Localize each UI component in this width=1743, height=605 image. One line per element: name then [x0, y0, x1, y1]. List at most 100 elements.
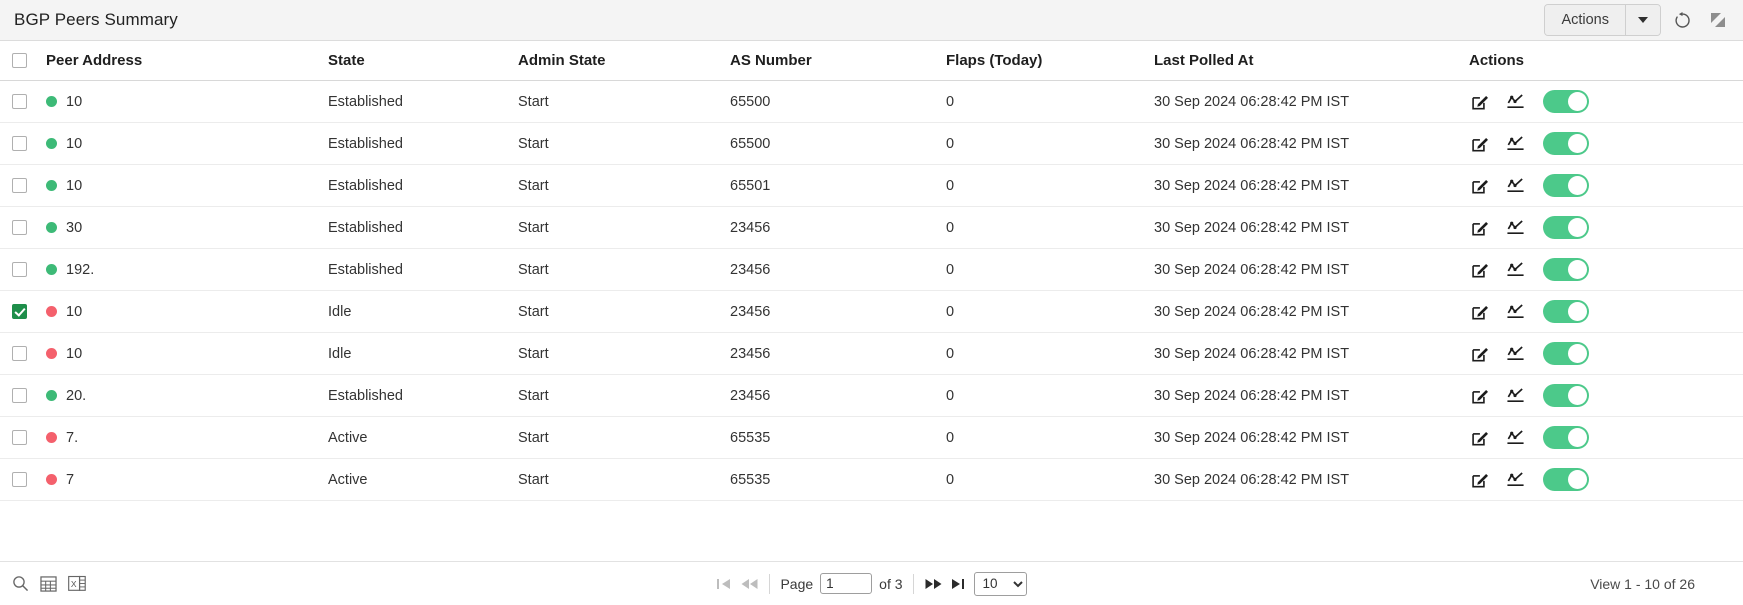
toggle-knob [1568, 218, 1587, 237]
column-header-admin-state[interactable]: Admin State [518, 41, 730, 81]
enable-peer-toggle[interactable] [1543, 384, 1589, 407]
cell-admin-state: Start [518, 81, 730, 123]
edit-icon [1471, 428, 1490, 447]
next-page-button[interactable] [924, 577, 943, 591]
grid-view-button[interactable] [40, 576, 57, 592]
expand-panel-button[interactable] [1703, 5, 1733, 35]
row-select-checkbox[interactable] [12, 346, 27, 361]
previous-page-button[interactable] [740, 577, 759, 591]
refresh-button[interactable] [1667, 5, 1697, 35]
last-page-icon [950, 577, 967, 591]
column-header-last-polled-at[interactable]: Last Polled At [1154, 41, 1469, 81]
view-chart-button[interactable] [1504, 301, 1526, 323]
pager-divider-left [769, 574, 770, 594]
table-row[interactable]: 7.ActiveStart65535030 Sep 2024 06:28:42 … [0, 417, 1743, 459]
row-select-checkbox[interactable] [12, 472, 27, 487]
row-select-checkbox[interactable] [12, 262, 27, 277]
row-select-checkbox[interactable] [12, 94, 27, 109]
search-icon [12, 575, 29, 592]
view-chart-button[interactable] [1504, 91, 1526, 113]
edit-peer-button[interactable] [1469, 385, 1491, 407]
enable-peer-toggle[interactable] [1543, 300, 1589, 323]
bgp-peers-summary-panel: BGP Peers Summary Actions [0, 0, 1743, 605]
toggle-knob [1568, 134, 1587, 153]
first-page-button[interactable] [716, 577, 733, 591]
row-select-checkbox[interactable] [12, 136, 27, 151]
edit-peer-button[interactable] [1469, 469, 1491, 491]
table-row[interactable]: 10EstablishedStart65500030 Sep 2024 06:2… [0, 81, 1743, 123]
table-row[interactable]: 20.EstablishedStart23456030 Sep 2024 06:… [0, 375, 1743, 417]
table-row[interactable]: 10EstablishedStart65501030 Sep 2024 06:2… [0, 165, 1743, 207]
row-select-checkbox[interactable] [12, 178, 27, 193]
table-row[interactable]: 7ActiveStart65535030 Sep 2024 06:28:42 P… [0, 459, 1743, 501]
table-row[interactable]: 10EstablishedStart65500030 Sep 2024 06:2… [0, 123, 1743, 165]
edit-icon [1471, 92, 1490, 111]
edit-peer-button[interactable] [1469, 91, 1491, 113]
trend-chart-icon [1506, 92, 1525, 111]
page-size-select[interactable]: 102550100 [974, 572, 1027, 596]
edit-peer-button[interactable] [1469, 217, 1491, 239]
column-header-flaps[interactable]: Flaps (Today) [946, 41, 1154, 81]
last-page-button[interactable] [950, 577, 967, 591]
view-chart-button[interactable] [1504, 385, 1526, 407]
actions-dropdown-toggle[interactable] [1626, 5, 1660, 35]
table-row[interactable]: 192.EstablishedStart23456030 Sep 2024 06… [0, 249, 1743, 291]
enable-peer-toggle[interactable] [1543, 426, 1589, 449]
view-chart-button[interactable] [1504, 175, 1526, 197]
enable-peer-toggle[interactable] [1543, 90, 1589, 113]
column-header-state[interactable]: State [328, 41, 518, 81]
peer-address-text: 7 [66, 472, 74, 488]
page-label: Page [780, 576, 813, 592]
actions-button[interactable]: Actions [1545, 5, 1626, 35]
edit-peer-button[interactable] [1469, 427, 1491, 449]
trend-chart-icon [1506, 176, 1525, 195]
row-select-checkbox[interactable] [12, 220, 27, 235]
peer-address-text: 10 [66, 178, 82, 194]
column-header-as-number[interactable]: AS Number [730, 41, 946, 81]
table-row[interactable]: 10IdleStart23456030 Sep 2024 06:28:42 PM… [0, 333, 1743, 375]
row-select-checkbox[interactable] [12, 388, 27, 403]
enable-peer-toggle[interactable] [1543, 132, 1589, 155]
enable-peer-toggle[interactable] [1543, 342, 1589, 365]
view-chart-button[interactable] [1504, 469, 1526, 491]
view-chart-button[interactable] [1504, 343, 1526, 365]
cell-flaps: 0 [946, 165, 1154, 207]
cell-last-polled-at: 30 Sep 2024 06:28:42 PM IST [1154, 81, 1469, 123]
view-chart-button[interactable] [1504, 217, 1526, 239]
enable-peer-toggle[interactable] [1543, 216, 1589, 239]
edit-peer-button[interactable] [1469, 259, 1491, 281]
edit-peer-button[interactable] [1469, 175, 1491, 197]
trend-chart-icon [1506, 218, 1525, 237]
cell-actions [1469, 291, 1743, 333]
row-select-checkbox[interactable] [12, 430, 27, 445]
excel-export-button[interactable]: X [68, 575, 86, 592]
peer-address-text: 10 [66, 304, 82, 320]
enable-peer-toggle[interactable] [1543, 468, 1589, 491]
actions-split-button[interactable]: Actions [1544, 4, 1661, 36]
cell-admin-state: Start [518, 375, 730, 417]
next-page-icon [924, 577, 943, 591]
column-header-peer-address[interactable]: Peer Address [46, 41, 328, 81]
page-number-input[interactable] [820, 573, 872, 594]
enable-peer-toggle[interactable] [1543, 174, 1589, 197]
view-chart-button[interactable] [1504, 133, 1526, 155]
select-all-checkbox[interactable] [12, 53, 27, 68]
view-chart-button[interactable] [1504, 259, 1526, 281]
edit-peer-button[interactable] [1469, 343, 1491, 365]
edit-peer-button[interactable] [1469, 133, 1491, 155]
row-select-cell [0, 375, 46, 417]
enable-peer-toggle[interactable] [1543, 258, 1589, 281]
status-dot-down [46, 348, 57, 359]
search-button[interactable] [12, 575, 29, 592]
view-chart-button[interactable] [1504, 427, 1526, 449]
edit-peer-button[interactable] [1469, 301, 1491, 323]
table-row[interactable]: 10IdleStart23456030 Sep 2024 06:28:42 PM… [0, 291, 1743, 333]
row-select-checkbox[interactable] [12, 304, 27, 319]
edit-icon [1471, 302, 1490, 321]
cell-state: Established [328, 81, 518, 123]
cell-admin-state: Start [518, 249, 730, 291]
row-select-cell [0, 165, 46, 207]
cell-admin-state: Start [518, 459, 730, 501]
table-row[interactable]: 30EstablishedStart23456030 Sep 2024 06:2… [0, 207, 1743, 249]
pager-divider-right [913, 574, 914, 594]
